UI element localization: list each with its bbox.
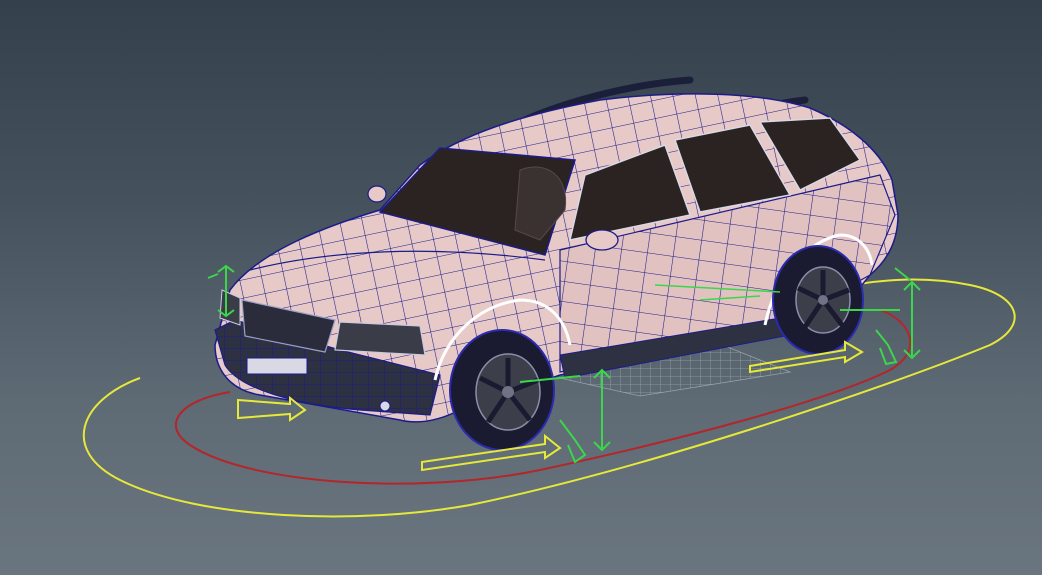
maya-viewport[interactable] bbox=[0, 0, 1042, 575]
scene-svg bbox=[82, 76, 1016, 518]
license-plate bbox=[246, 357, 308, 375]
side-mirror-left bbox=[367, 185, 387, 203]
fog-light bbox=[379, 400, 391, 412]
headlight bbox=[334, 321, 426, 356]
front-wheel[interactable] bbox=[449, 329, 555, 451]
rear-wheel[interactable] bbox=[772, 245, 864, 355]
front-left-arrow-control[interactable] bbox=[237, 395, 307, 422]
side-mirror bbox=[585, 229, 619, 251]
